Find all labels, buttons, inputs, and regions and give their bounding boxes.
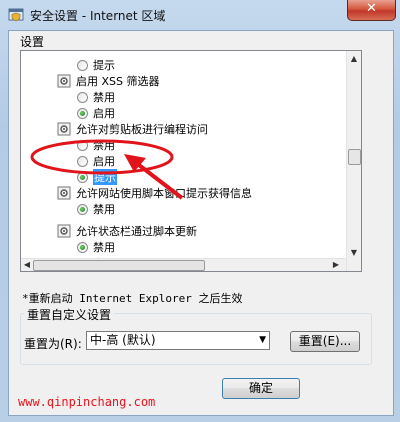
radio-button-selected[interactable] — [77, 171, 88, 183]
radio-xss-disable[interactable]: 禁用 — [77, 89, 115, 105]
settings-list: 提示 启用 XSS 筛选器 禁用 启用 允许对剪贴板进行编程访问 禁用 启用 提… — [21, 51, 351, 261]
setting-label: 允许网站使用脚本窗口提示获得信息 — [76, 187, 252, 200]
radio-button-selected[interactable] — [77, 107, 88, 119]
horizontal-scrollbar[interactable]: ◀ ▶ — [21, 258, 346, 271]
setting-clipboard-access: 允许对剪贴板进行编程访问 — [57, 121, 208, 137]
window-frame: 安全设置 - Internet 区域 ✕ 设置 提示 启用 XSS 筛选器 禁用… — [0, 0, 400, 422]
radio-prompt-1[interactable]: 提示 — [77, 57, 115, 73]
watermark: www.qinpinchang.com — [18, 395, 156, 409]
scroll-down-icon[interactable]: ▼ — [349, 248, 359, 258]
radio-button-selected[interactable] — [77, 203, 88, 215]
reset-to-label: 重置为(R): — [24, 337, 82, 351]
title-bar: 安全设置 - Internet 区域 ✕ — [0, 0, 400, 30]
setting-xss-filter: 启用 XSS 筛选器 — [57, 73, 160, 89]
horizontal-scroll-thumb[interactable] — [33, 260, 205, 271]
reset-level-select[interactable]: 中-高 (默认) ▼ — [86, 331, 270, 350]
radio-button[interactable] — [77, 139, 88, 151]
radio-xss-enable[interactable]: 启用 — [77, 105, 115, 121]
option-label: 禁用 — [93, 241, 115, 254]
setting-label: 启用 XSS 筛选器 — [76, 75, 160, 88]
reset-group-caption: 重置自定义设置 — [24, 306, 115, 323]
setting-label: 允许状态栏通过脚本更新 — [76, 225, 197, 238]
radio-button[interactable] — [77, 59, 88, 71]
vertical-scrollbar[interactable]: ▲ ▼ — [346, 51, 361, 271]
option-label: 禁用 — [93, 139, 115, 152]
scroll-left-icon[interactable]: ◀ — [22, 260, 32, 270]
option-label: 启用 — [93, 107, 115, 120]
close-icon: ✕ — [366, 1, 377, 16]
option-label-highlighted: 提示 — [93, 169, 117, 185]
reset-button[interactable]: 重置(E)... — [290, 331, 360, 352]
setting-label: 允许对剪贴板进行编程访问 — [76, 123, 208, 136]
option-label: 启用 — [93, 155, 115, 168]
option-label: 禁用 — [93, 203, 115, 216]
setting-script-prompt: 允许网站使用脚本窗口提示获得信息 — [57, 185, 252, 201]
reset-level-value: 中-高 (默认) — [90, 333, 156, 347]
settings-group-label: 设置 — [20, 35, 45, 49]
radio-button[interactable] — [77, 91, 88, 103]
close-button[interactable]: ✕ — [347, 0, 396, 21]
setting-status-bar-script: 允许状态栏通过脚本更新 — [57, 223, 197, 239]
settings-tree[interactable]: 提示 启用 XSS 筛选器 禁用 启用 允许对剪贴板进行编程访问 禁用 启用 提… — [20, 50, 362, 272]
security-settings-icon — [8, 8, 24, 22]
option-label: 禁用 — [93, 91, 115, 104]
gear-icon — [57, 224, 71, 238]
radio-button[interactable] — [77, 155, 88, 167]
option-label: 提示 — [93, 59, 115, 72]
radio-clipboard-disable[interactable]: 禁用 — [77, 137, 115, 153]
gear-icon — [57, 74, 71, 88]
radio-clipboard-prompt[interactable]: 提示 — [77, 169, 117, 185]
chevron-down-icon: ▼ — [259, 335, 266, 345]
radio-button-selected[interactable] — [77, 241, 88, 253]
radio-script-prompt-disable[interactable]: 禁用 — [77, 201, 115, 217]
restart-note: *重新启动 Internet Explorer 之后生效 — [22, 292, 243, 305]
ok-button[interactable]: 确定 — [222, 378, 300, 399]
gear-icon — [57, 186, 71, 200]
radio-clipboard-enable[interactable]: 启用 — [77, 153, 115, 169]
window-title: 安全设置 - Internet 区域 — [30, 9, 166, 23]
radio-status-bar-disable[interactable]: 禁用 — [77, 239, 115, 255]
gear-icon — [57, 122, 71, 136]
scroll-up-icon[interactable]: ▲ — [349, 54, 359, 64]
vertical-scroll-thumb[interactable] — [348, 149, 361, 165]
scroll-right-icon[interactable]: ▶ — [331, 260, 341, 270]
